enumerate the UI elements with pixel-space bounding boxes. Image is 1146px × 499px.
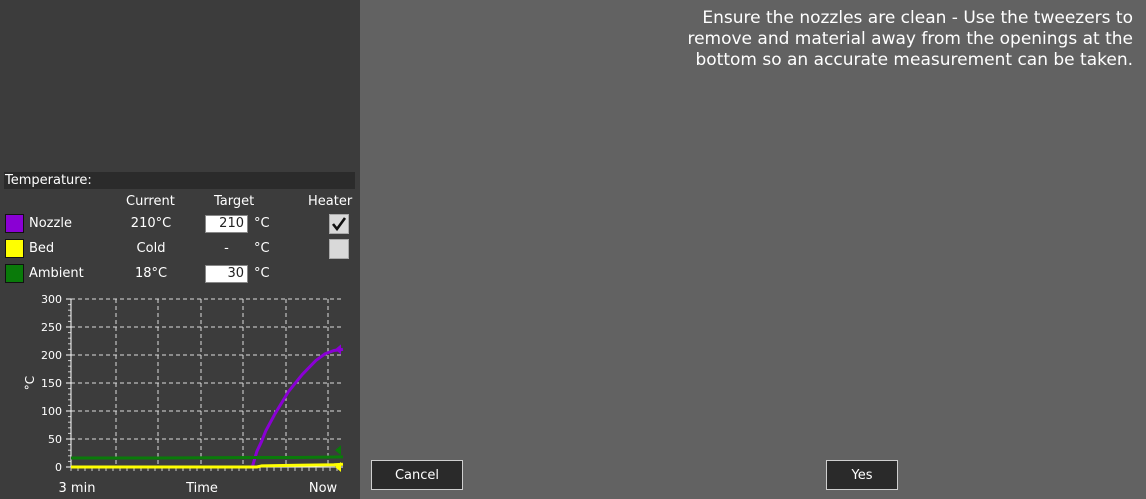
bed-unit: °C <box>254 241 270 256</box>
left-panel: Temperature: Current Target Heater Nozzl… <box>0 0 360 499</box>
nozzle-label: Nozzle <box>29 216 72 231</box>
bed-heater-checkbox[interactable] <box>329 239 349 259</box>
nozzle-color-swatch <box>5 214 24 233</box>
bed-color-swatch <box>5 239 24 258</box>
target-marker-nozzle <box>335 344 341 355</box>
series-line-nozzle <box>71 347 344 469</box>
y-tick-label: 250 <box>41 321 62 334</box>
checkmark-icon <box>331 217 347 232</box>
y-tick-label: 0 <box>55 461 62 474</box>
x-axis-label: Now <box>309 481 338 496</box>
instruction-text: Ensure the nozzles are clean - Use the t… <box>687 8 1133 70</box>
bed-label: Bed <box>29 241 55 256</box>
y-tick-label: 100 <box>41 405 62 418</box>
column-heater: Heater <box>308 194 353 209</box>
y-tick-label: 150 <box>41 377 62 390</box>
series-line-ambient <box>71 455 344 460</box>
temperature-header: Temperature: <box>4 172 355 189</box>
temperature-chart: 0 50 100 150 200 250 300 °C 3 min Time Now <box>23 293 344 496</box>
y-tick-label: 300 <box>41 293 62 306</box>
column-target: Target <box>214 194 255 209</box>
x-axis-label: Time <box>185 481 218 496</box>
nozzle-target-input[interactable] <box>205 215 248 233</box>
yes-button[interactable]: Yes <box>826 460 898 490</box>
ambient-target-input[interactable] <box>205 265 248 283</box>
y-tick-label: 200 <box>41 349 62 362</box>
nozzle-unit: °C <box>254 216 270 231</box>
ambient-current-temp: 18°C <box>134 266 168 281</box>
ambient-label: Ambient <box>29 266 84 281</box>
nozzle-heater-checkbox[interactable] <box>329 214 349 234</box>
ambient-unit: °C <box>254 266 270 281</box>
nozzle-current-temp: 210°C <box>130 216 172 231</box>
bed-target-value: - <box>224 241 229 256</box>
y-axis-label: °C <box>23 376 37 390</box>
cancel-button[interactable]: Cancel <box>371 460 463 490</box>
column-current: Current <box>126 194 175 209</box>
series-line-bed <box>71 462 344 469</box>
target-marker-ambient <box>335 445 341 456</box>
x-axis-label: 3 min <box>59 481 96 496</box>
ambient-color-swatch <box>5 264 24 283</box>
bed-current-temp: Cold <box>136 241 166 256</box>
y-tick-label: 50 <box>48 433 62 446</box>
